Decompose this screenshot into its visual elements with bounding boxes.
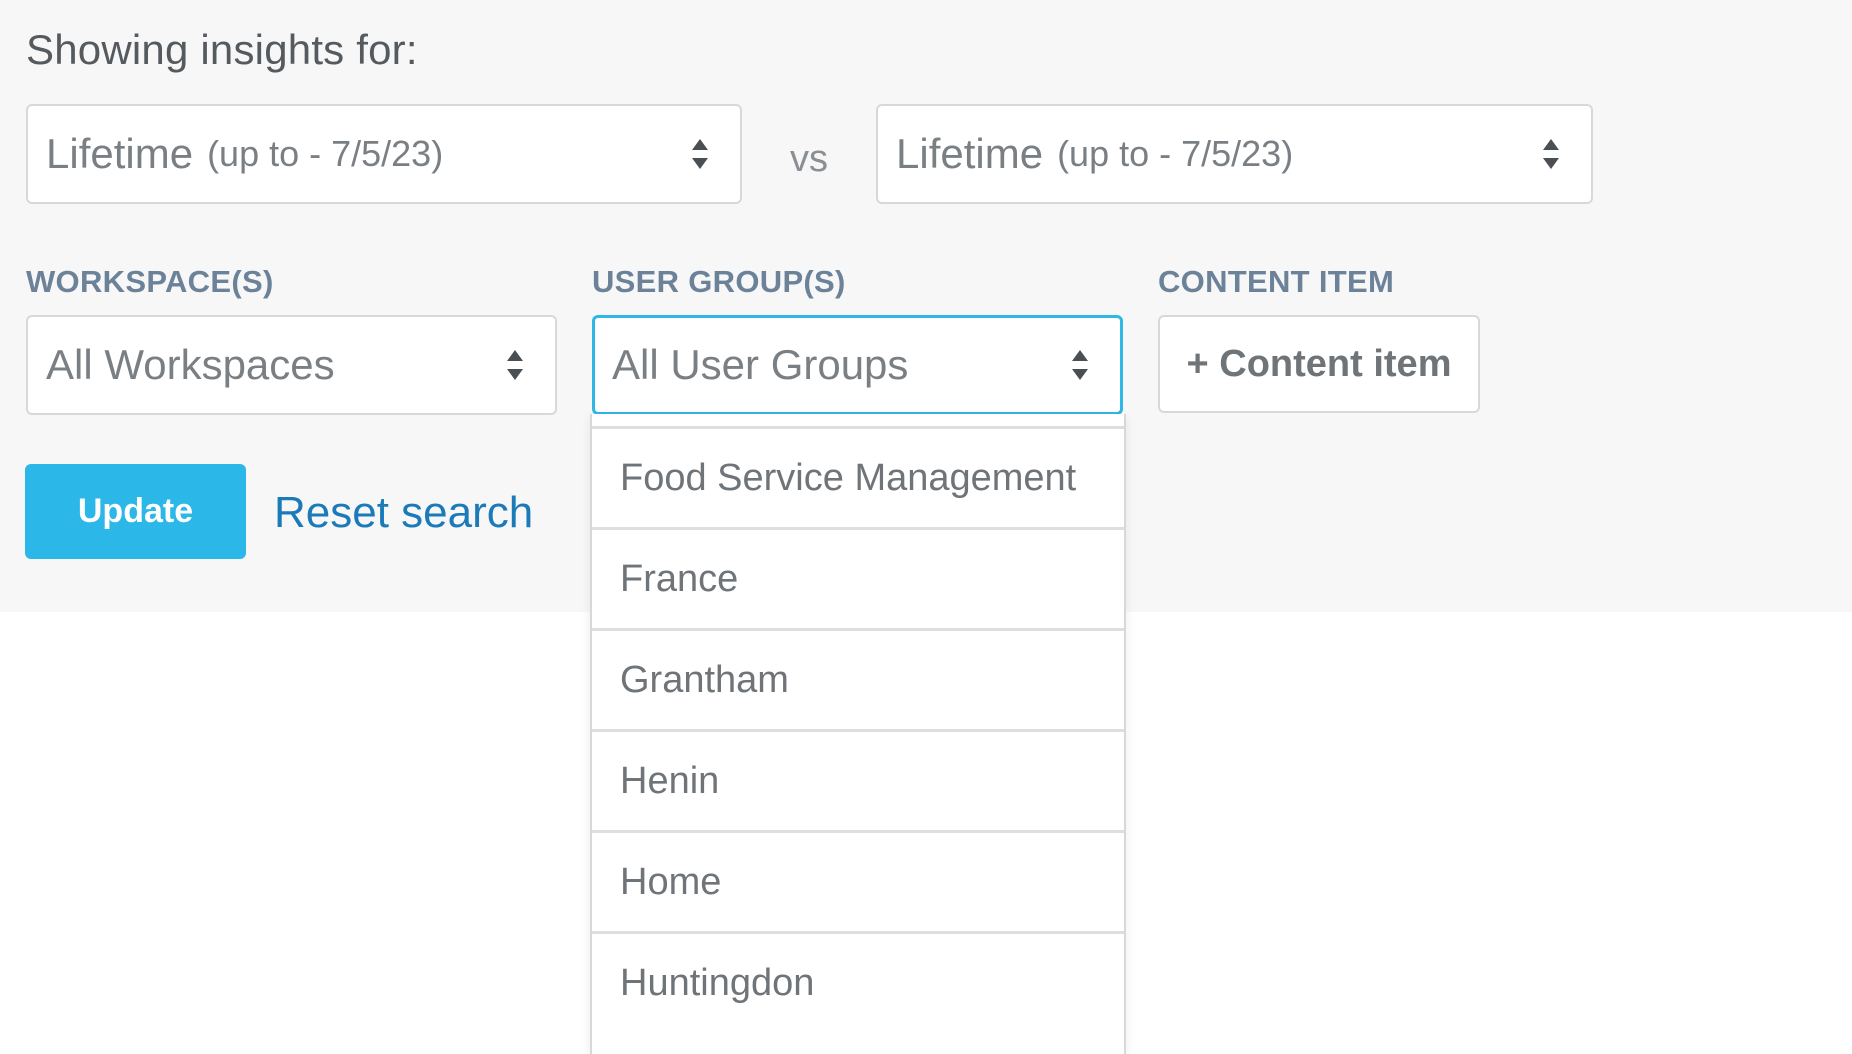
period-a-sub: (up to - 7/5/23) (207, 133, 444, 174)
period-b-select[interactable]: Lifetime (up to - 7/5/23) (876, 104, 1593, 204)
updown-arrows-icon (692, 139, 708, 169)
user-group-option[interactable]: Home (592, 830, 1124, 931)
user-group-option[interactable]: Grantham (592, 628, 1124, 729)
user-group-option[interactable]: Huntingdon (592, 931, 1124, 1032)
period-b-sub: (up to - 7/5/23) (1057, 133, 1294, 174)
user-group-select[interactable]: All User Groups (592, 315, 1123, 415)
user-group-label: USER GROUP(S) (592, 264, 846, 299)
period-a-main: Lifetime (46, 130, 194, 177)
period-b-main: Lifetime (896, 130, 1044, 177)
period-a-select[interactable]: Lifetime (up to - 7/5/23) (26, 104, 742, 204)
page-heading: Showing insights for: (26, 26, 418, 73)
updown-arrows-icon (1543, 139, 1559, 169)
workspace-select[interactable]: All Workspaces (26, 315, 557, 415)
vs-label: vs (790, 138, 828, 180)
updown-arrows-icon (507, 350, 523, 380)
workspace-label: WORKSPACE(S) (26, 264, 274, 299)
user-group-value: All User Groups (612, 341, 909, 388)
updown-arrows-icon (1072, 350, 1088, 380)
update-button[interactable]: Update (25, 464, 246, 559)
content-item-label: CONTENT ITEM (1158, 264, 1395, 299)
user-group-dropdown: Food Service Management France Grantham … (590, 414, 1126, 1054)
user-group-option[interactable]: France (592, 527, 1124, 628)
workspace-value: All Workspaces (46, 341, 335, 388)
add-content-item-button[interactable]: + Content item (1158, 315, 1480, 413)
user-group-option[interactable]: Food Service Management (592, 426, 1124, 527)
reset-search-link[interactable]: Reset search (274, 488, 533, 538)
user-group-option[interactable]: Henin (592, 729, 1124, 830)
